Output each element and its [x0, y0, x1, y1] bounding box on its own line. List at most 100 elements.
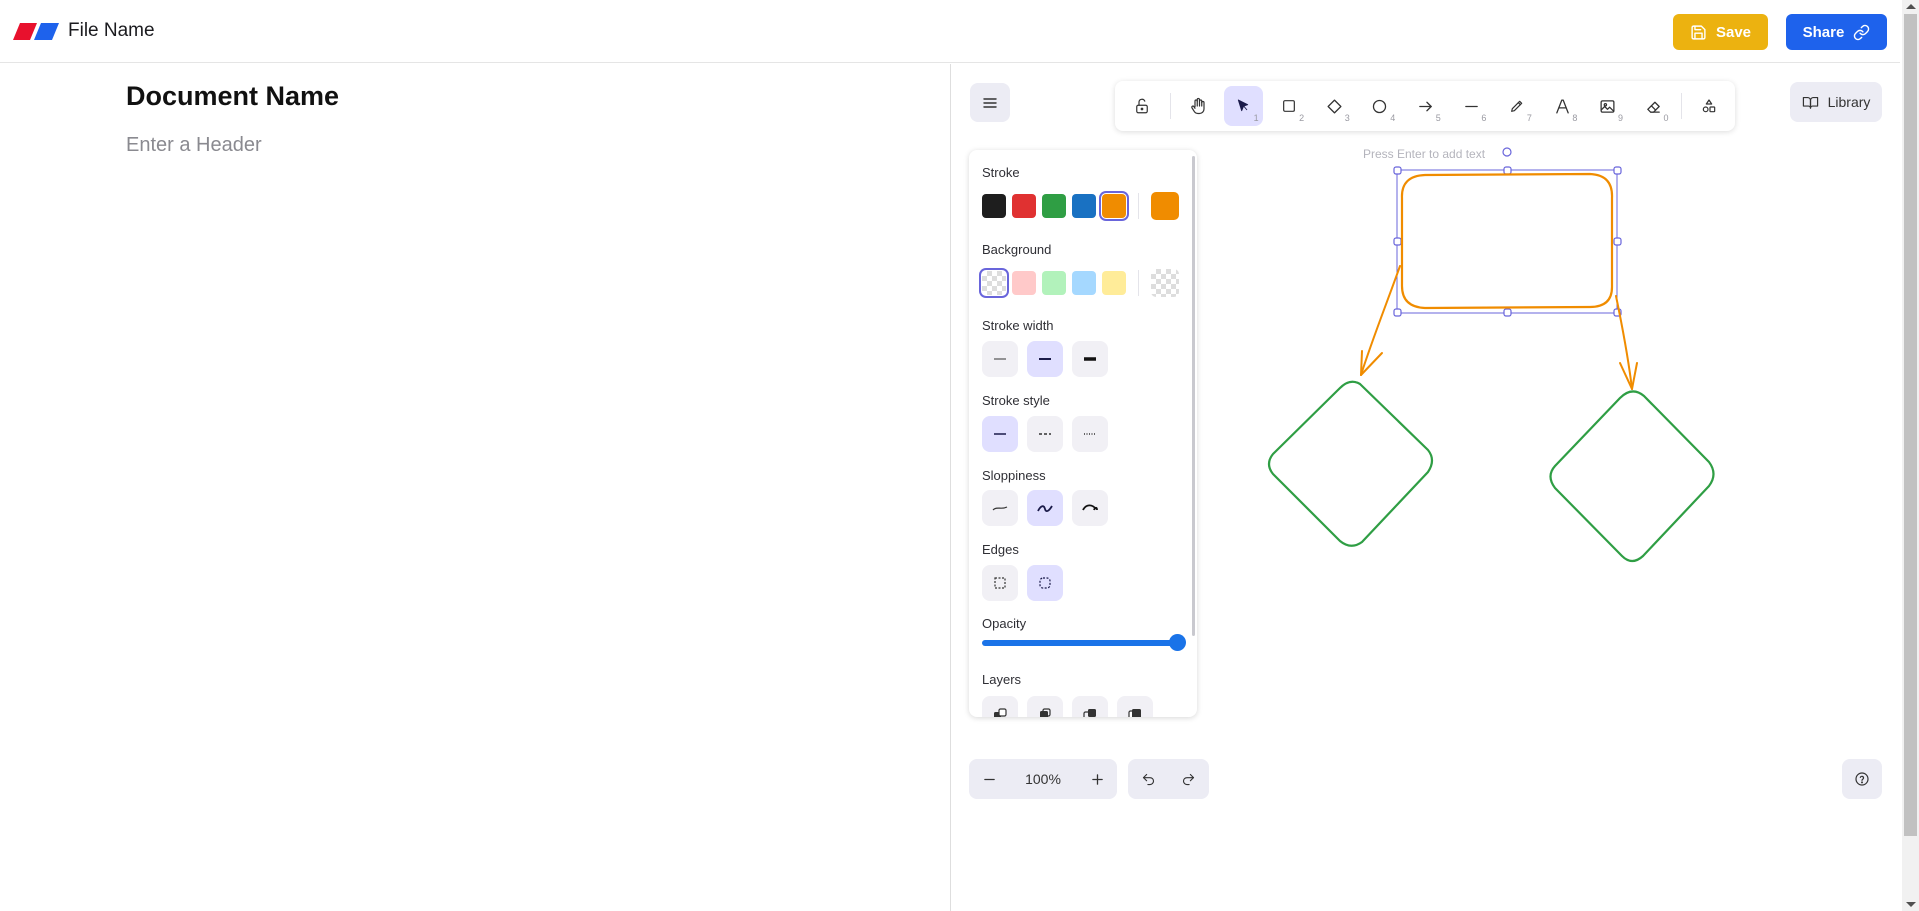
tool-rectangle[interactable]: 2: [1270, 86, 1309, 126]
scroll-up-arrow[interactable]: [1906, 4, 1916, 9]
background-custom-color[interactable]: [1151, 269, 1179, 297]
send-to-back-button[interactable]: [982, 696, 1018, 717]
stroke-color-black[interactable]: [982, 194, 1006, 218]
document-header-input[interactable]: Enter a Header: [126, 134, 262, 157]
library-button[interactable]: Library: [1790, 82, 1882, 122]
tool-more-shapes[interactable]: [1690, 86, 1729, 126]
stroke-custom-color[interactable]: [1151, 192, 1179, 220]
sloppiness-architect[interactable]: [982, 490, 1018, 526]
main-menu-button[interactable]: [970, 83, 1010, 122]
stroke-width-thin[interactable]: [982, 341, 1018, 377]
page-scrollbar[interactable]: [1902, 0, 1919, 911]
tool-key: 1: [1253, 113, 1259, 123]
dashed-line-icon: [1039, 433, 1051, 435]
toolbar-separator: [1680, 93, 1682, 119]
document-pane: Document Name Enter a Header: [0, 64, 950, 911]
stroke-color-blue[interactable]: [1072, 194, 1096, 218]
stroke-style-label: Stroke style: [982, 393, 1050, 408]
zoom-controls: 100%: [969, 759, 1117, 799]
redo-button[interactable]: [1168, 759, 1208, 799]
minus-icon: [983, 778, 995, 780]
background-color-green[interactable]: [1042, 271, 1066, 295]
tool-key: 4: [1390, 113, 1396, 123]
file-name[interactable]: File Name: [68, 20, 155, 42]
hamburger-icon: [983, 97, 997, 108]
tool-line[interactable]: 6: [1452, 86, 1491, 126]
scroll-down-arrow[interactable]: [1906, 902, 1916, 907]
swatch-divider: [1138, 270, 1139, 296]
library-label: Library: [1827, 94, 1871, 110]
layers-label: Layers: [982, 672, 1022, 687]
properties-scrollbar[interactable]: [1192, 156, 1195, 636]
edges-sharp[interactable]: [982, 565, 1018, 601]
zoom-level[interactable]: 100%: [1009, 771, 1077, 787]
background-color-pink[interactable]: [1012, 271, 1036, 295]
unlock-icon: [1136, 98, 1149, 114]
tool-key: 9: [1617, 113, 1623, 123]
stroke-width-extra-bold[interactable]: [1072, 341, 1108, 377]
tool-key: 3: [1344, 113, 1350, 123]
share-label: Share: [1802, 23, 1845, 41]
zoom-out-button[interactable]: [969, 759, 1009, 799]
bring-forward-icon: [1083, 709, 1096, 717]
edges-label: Edges: [982, 542, 1019, 557]
tool-arrow[interactable]: 5: [1406, 86, 1445, 126]
tool-draw[interactable]: 7: [1497, 86, 1536, 126]
bring-to-front-button[interactable]: [1117, 696, 1153, 717]
tool-lock[interactable]: [1123, 86, 1162, 126]
stroke-color-red[interactable]: [1012, 194, 1036, 218]
sloppiness-artist[interactable]: [1027, 490, 1063, 526]
undo-button[interactable]: [1128, 759, 1168, 799]
bring-forward-button[interactable]: [1072, 696, 1108, 717]
tool-text[interactable]: 8: [1543, 86, 1582, 126]
help-button[interactable]: [1842, 759, 1882, 799]
extra-bold-line-icon: [1084, 357, 1096, 361]
tool-image[interactable]: 9: [1588, 86, 1627, 126]
undo-icon: [1142, 773, 1154, 785]
sloppiness-label: Sloppiness: [982, 468, 1046, 483]
stroke-style-solid[interactable]: [982, 416, 1018, 452]
tool-key: 0: [1663, 113, 1669, 123]
scrollbar-thumb[interactable]: [1904, 14, 1917, 836]
document-title[interactable]: Document Name: [126, 81, 339, 112]
send-backward-button[interactable]: [1027, 696, 1063, 717]
tools-toolbar: 1 2 3 4 5 6 7 8 9 0: [1115, 81, 1735, 131]
swatch-divider: [1138, 193, 1139, 219]
opacity-slider-thumb[interactable]: [1169, 634, 1186, 651]
zoom-in-button[interactable]: [1077, 759, 1117, 799]
history-controls: [1128, 759, 1209, 799]
resize-handles: [1393, 166, 1622, 317]
bold-line-icon: [1039, 358, 1051, 360]
save-button[interactable]: Save: [1673, 14, 1768, 50]
stroke-style-dashed[interactable]: [1027, 416, 1063, 452]
tool-ellipse[interactable]: 4: [1361, 86, 1400, 126]
background-color-blue[interactable]: [1072, 271, 1096, 295]
arrow-right: [1615, 295, 1638, 390]
opacity-slider-track[interactable]: [982, 640, 1177, 646]
share-button[interactable]: Share: [1786, 14, 1887, 50]
tool-eraser[interactable]: 0: [1634, 86, 1673, 126]
rectangle-icon: [1282, 100, 1295, 112]
circle-icon: [1373, 99, 1387, 113]
stroke-label: Stroke: [982, 165, 1020, 180]
stroke-style-dotted[interactable]: [1072, 416, 1108, 452]
toolbar-separator: [1169, 93, 1171, 119]
shapes-icon: [1702, 99, 1716, 113]
tool-key: 7: [1526, 113, 1532, 123]
text-icon: [1555, 98, 1569, 114]
tool-diamond[interactable]: 3: [1315, 86, 1354, 126]
plus-icon: [1091, 773, 1103, 785]
tool-selection[interactable]: 1: [1224, 86, 1263, 126]
edges-round[interactable]: [1027, 565, 1063, 601]
sharp-corner-icon: [994, 577, 1006, 589]
send-backward-icon: [1040, 708, 1051, 717]
stroke-width-bold[interactable]: [1027, 341, 1063, 377]
sloppiness-cartoonist[interactable]: [1072, 490, 1108, 526]
tool-hand[interactable]: [1179, 86, 1218, 126]
stroke-color-green[interactable]: [1042, 194, 1066, 218]
background-color-transparent[interactable]: [982, 271, 1006, 295]
background-color-yellow[interactable]: [1102, 271, 1126, 295]
help-icon: [1855, 772, 1869, 786]
dotted-line-icon: [1084, 433, 1096, 435]
stroke-color-orange[interactable]: [1102, 194, 1126, 218]
